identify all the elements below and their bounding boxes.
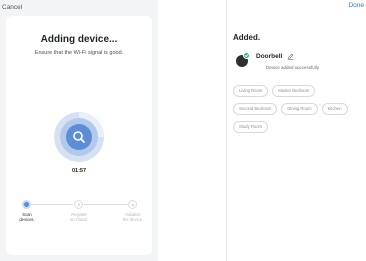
added-title: Added. xyxy=(233,33,261,42)
device-status: Device added successfully xyxy=(266,65,320,70)
room-chip-second-bedroom[interactable]: Second Bedroom xyxy=(233,103,278,115)
step-dot-initialize xyxy=(128,200,137,209)
step-dot-register xyxy=(74,200,83,209)
page-title: Adding device... xyxy=(40,34,118,45)
room-chip-dining-room[interactable]: Dining Room xyxy=(281,103,318,115)
check-icon xyxy=(243,52,250,59)
progress-steps: Scan devices. Register on Cloud. Initial… xyxy=(19,200,143,230)
cancel-button[interactable]: Cancel xyxy=(2,4,22,11)
room-chip-row: Living Room Master Bedroom xyxy=(233,85,366,97)
step-label-scan: Scan devices. xyxy=(19,212,35,222)
device-name: Doorbell xyxy=(256,53,283,60)
step-label-initialize: Initialize the device. xyxy=(122,212,144,222)
step-dot-scan xyxy=(22,200,31,209)
room-chip-living-room[interactable]: Living Room xyxy=(233,85,269,97)
adding-device-screen: Cancel Adding device... Ensure that the … xyxy=(0,0,158,261)
step-connector xyxy=(84,204,128,205)
countdown-timer: 01:57 xyxy=(71,168,87,174)
room-chip-row: Study Room xyxy=(233,121,366,133)
room-selector: Living Room Master Bedroom Second Bedroo… xyxy=(233,85,366,139)
device-added-screen: Done Added. Doorbell Device added succes… xyxy=(226,0,366,261)
progress-ring xyxy=(54,112,104,162)
room-chip-kitchen[interactable]: Kitchen xyxy=(321,103,348,115)
adding-device-card: Adding device... Ensure that the Wi-Fi s… xyxy=(6,16,152,255)
done-button[interactable]: Done xyxy=(348,2,364,9)
step-label-register: Register on Cloud. xyxy=(70,212,88,222)
room-chip-study-room[interactable]: Study Room xyxy=(233,121,269,133)
room-chip-row: Second Bedroom Dining Room Kitchen xyxy=(233,103,366,115)
step-connector xyxy=(31,204,73,205)
device-row: Doorbell Device added successfully xyxy=(236,52,356,73)
edit-icon[interactable] xyxy=(287,53,294,60)
room-chip-master-bedroom[interactable]: Master Bedroom xyxy=(272,85,316,97)
page-subtitle: Ensure that the Wi-Fi signal is good. xyxy=(34,50,124,56)
